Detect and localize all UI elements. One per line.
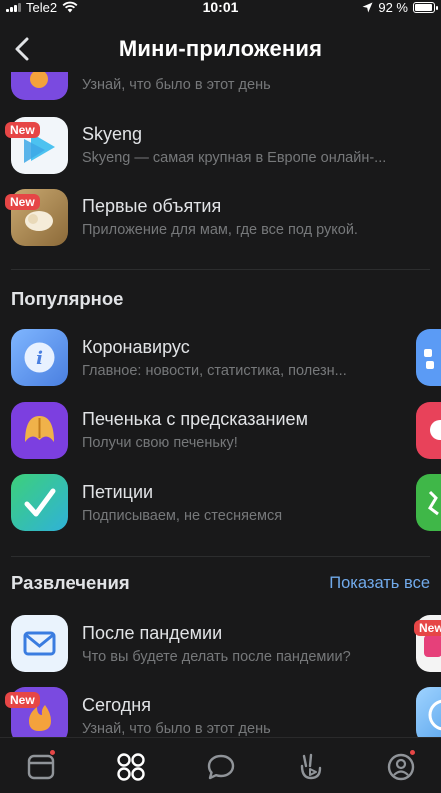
app-name: Петиции bbox=[82, 482, 154, 502]
show-all-link[interactable]: Показать все bbox=[329, 574, 430, 593]
list-item-fortune-cookie[interactable]: Печенька с предсказанием Получи свою печ… bbox=[0, 401, 441, 473]
tab-services[interactable] bbox=[114, 750, 148, 784]
new-badge: New bbox=[414, 620, 441, 636]
app-description: Skyeng — самая крупная в Европе онлайн-.… bbox=[82, 150, 387, 166]
info-icon: i bbox=[11, 329, 68, 386]
status-bar: Tele2 10:01 92 % bbox=[0, 0, 441, 16]
mini-apps-list[interactable]: Узнай, что было в этот день New Skyeng S… bbox=[0, 72, 441, 737]
list-item-after-pandemic[interactable]: После пандемии Что вы будете делать посл… bbox=[0, 614, 441, 686]
message-bubble-icon bbox=[207, 754, 235, 780]
divider bbox=[11, 269, 430, 270]
app-description: Подписываем, не стесняемся bbox=[82, 508, 283, 524]
next-app-icon[interactable] bbox=[416, 329, 441, 386]
clips-icon bbox=[300, 753, 322, 780]
envelope-icon bbox=[11, 615, 68, 672]
battery-icon bbox=[413, 1, 438, 13]
fortune-cookie-icon bbox=[11, 402, 68, 459]
tab-news[interactable] bbox=[24, 749, 58, 784]
grid-icon bbox=[117, 753, 145, 781]
svg-text:i: i bbox=[36, 348, 43, 369]
tab-bar bbox=[0, 737, 441, 793]
section-title-popular: Популярное bbox=[11, 288, 124, 309]
fire-icon bbox=[11, 72, 68, 100]
app-description: Узнай, что было в этот день bbox=[82, 77, 271, 93]
new-badge: New bbox=[5, 122, 40, 138]
app-name: Первые объятия bbox=[82, 196, 222, 216]
new-badge: New bbox=[5, 692, 40, 708]
app-name: Печенька с предсказанием bbox=[82, 409, 308, 429]
new-badge: New bbox=[5, 194, 40, 210]
app-name: Сегодня bbox=[82, 695, 151, 715]
next-app-icon[interactable] bbox=[416, 687, 441, 737]
tab-messages[interactable] bbox=[204, 750, 238, 784]
list-item-coronavirus[interactable]: i Коронавирус Главное: новости, статисти… bbox=[0, 328, 441, 400]
list-item-pervye-obyatiya[interactable]: New Первые объятия Приложение для мам, г… bbox=[0, 188, 441, 260]
app-name: Коронавирус bbox=[82, 337, 190, 357]
page-title: Мини-приложения bbox=[118, 36, 323, 61]
checkmark-icon bbox=[11, 474, 68, 531]
list-item[interactable]: Узнай, что было в этот день bbox=[0, 72, 441, 108]
tab-profile[interactable] bbox=[384, 749, 418, 784]
list-item-today[interactable]: New Сегодня Узнай, что было в этот день bbox=[0, 686, 441, 737]
status-right: 92 % bbox=[362, 0, 438, 15]
app-description: Приложение для мам, где все под рукой. bbox=[82, 222, 358, 238]
header: Мини-приложения bbox=[0, 28, 441, 72]
battery-percent: 92 % bbox=[378, 0, 408, 15]
next-app-icon[interactable] bbox=[416, 402, 441, 459]
list-item-skyeng[interactable]: New Skyeng Skyeng — самая крупная в Евро… bbox=[0, 116, 441, 188]
next-app-icon[interactable] bbox=[416, 474, 441, 531]
section-title-entertainment: Развлечения bbox=[11, 572, 130, 593]
app-description: Получи свою печеньку! bbox=[82, 435, 238, 451]
app-name: Skyeng bbox=[82, 124, 143, 144]
app-description: Узнай, что было в этот день bbox=[82, 721, 271, 737]
app-description: Главное: новости, статистика, полезн... bbox=[82, 363, 347, 379]
list-item-petitions[interactable]: Петиции Подписываем, не стесняемся bbox=[0, 473, 441, 545]
tab-clips[interactable] bbox=[294, 750, 328, 784]
app-description: Что вы будете делать после пандемии? bbox=[82, 649, 351, 665]
notification-dot bbox=[49, 749, 56, 756]
divider bbox=[11, 556, 430, 557]
notification-dot bbox=[409, 749, 416, 756]
location-icon bbox=[362, 2, 373, 12]
app-name: После пандемии bbox=[82, 623, 223, 643]
